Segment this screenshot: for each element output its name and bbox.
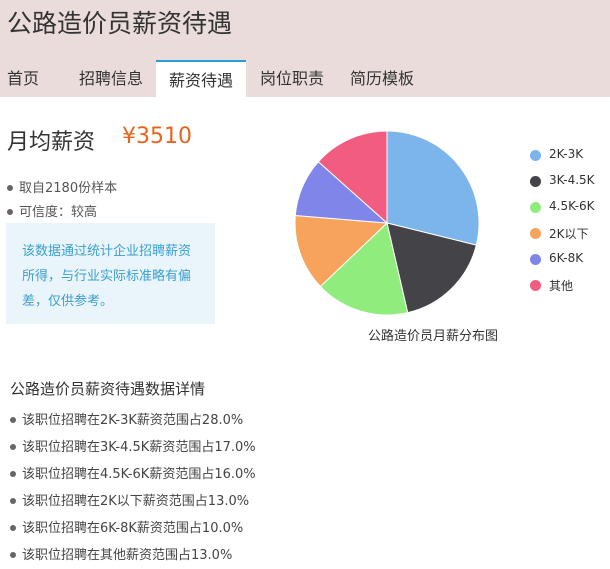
- sample-text: 取自2180份样本: [19, 181, 118, 196]
- detail-item: 该职位招聘在6K-8K薪资范围占10.0%: [10, 517, 243, 536]
- detail-text: 该职位招聘在其他薪资范围占13.0%: [22, 548, 233, 563]
- bullet-icon: [7, 208, 13, 215]
- page-header: 公路造价员薪资待遇 首页 招聘信息 薪资待遇 岗位职责 简历模板: [0, 0, 610, 97]
- detail-item: 该职位招聘在4.5K-6K薪资范围占16.0%: [10, 463, 256, 482]
- legend-swatch: [530, 254, 541, 265]
- detail-text: 该职位招聘在2K-3K薪资范围占28.0%: [22, 413, 244, 428]
- legend-label: 其他: [549, 279, 574, 293]
- credibility-info: 可信度：较高: [7, 201, 97, 220]
- bullet-icon: [7, 184, 13, 191]
- detail-item: 该职位招聘在其他薪资范围占13.0%: [10, 544, 232, 563]
- details-title: 公路造价员薪资待遇数据详情: [10, 380, 206, 398]
- legend-label: 2K-3K: [549, 147, 584, 161]
- sample-info: 取自2180份样本: [7, 177, 117, 196]
- bullet-icon: [10, 497, 16, 504]
- disclaimer-box: 该数据通过统计企业招聘薪资所得，与行业实际标准略有偏差，仅供参考。: [6, 223, 215, 324]
- nav-tabs: 首页 招聘信息 薪资待遇 岗位职责 简历模板: [0, 60, 610, 97]
- tab-duties[interactable]: 岗位职责: [260, 60, 324, 97]
- credibility-text: 可信度：较高: [19, 205, 98, 220]
- salary-value: ¥3510: [122, 124, 192, 149]
- bullet-icon: [10, 416, 16, 423]
- page-title: 公路造价员薪资待遇: [7, 9, 233, 38]
- detail-item: 该职位招聘在3K-4.5K薪资范围占17.0%: [10, 436, 256, 455]
- tab-home[interactable]: 首页: [7, 60, 39, 97]
- legend-label: 3K-4.5K: [549, 173, 595, 187]
- tab-salary[interactable]: 薪资待遇: [156, 60, 246, 97]
- detail-text: 该职位招聘在4.5K-6K薪资范围占16.0%: [22, 467, 256, 482]
- detail-text: 该职位招聘在2K以下薪资范围占13.0%: [22, 494, 250, 509]
- legend-swatch: [530, 280, 541, 291]
- legend-swatch: [530, 202, 541, 213]
- legend-label: 4.5K-6K: [549, 199, 595, 213]
- tab-resume[interactable]: 简历模板: [350, 60, 414, 97]
- bullet-icon: [10, 443, 16, 450]
- bullet-icon: [10, 524, 16, 531]
- bullet-icon: [10, 470, 16, 477]
- bullet-icon: [10, 551, 16, 558]
- detail-item: 该职位招聘在2K-3K薪资范围占28.0%: [10, 409, 243, 428]
- tab-jobs[interactable]: 招聘信息: [79, 60, 143, 97]
- legend-label: 6K-8K: [549, 251, 584, 265]
- detail-text: 该职位招聘在6K-8K薪资范围占10.0%: [22, 521, 244, 536]
- salary-label: 月均薪资: [7, 130, 96, 155]
- legend-swatch: [530, 150, 541, 161]
- legend-swatch: [530, 228, 541, 239]
- detail-text: 该职位招聘在3K-4.5K薪资范围占17.0%: [22, 440, 256, 455]
- legend-label: 2K以下: [549, 227, 589, 241]
- chart-title: 公路造价员月薪分布图: [368, 329, 499, 344]
- legend-swatch: [530, 176, 541, 187]
- detail-item: 该职位招聘在2K以下薪资范围占13.0%: [10, 490, 249, 509]
